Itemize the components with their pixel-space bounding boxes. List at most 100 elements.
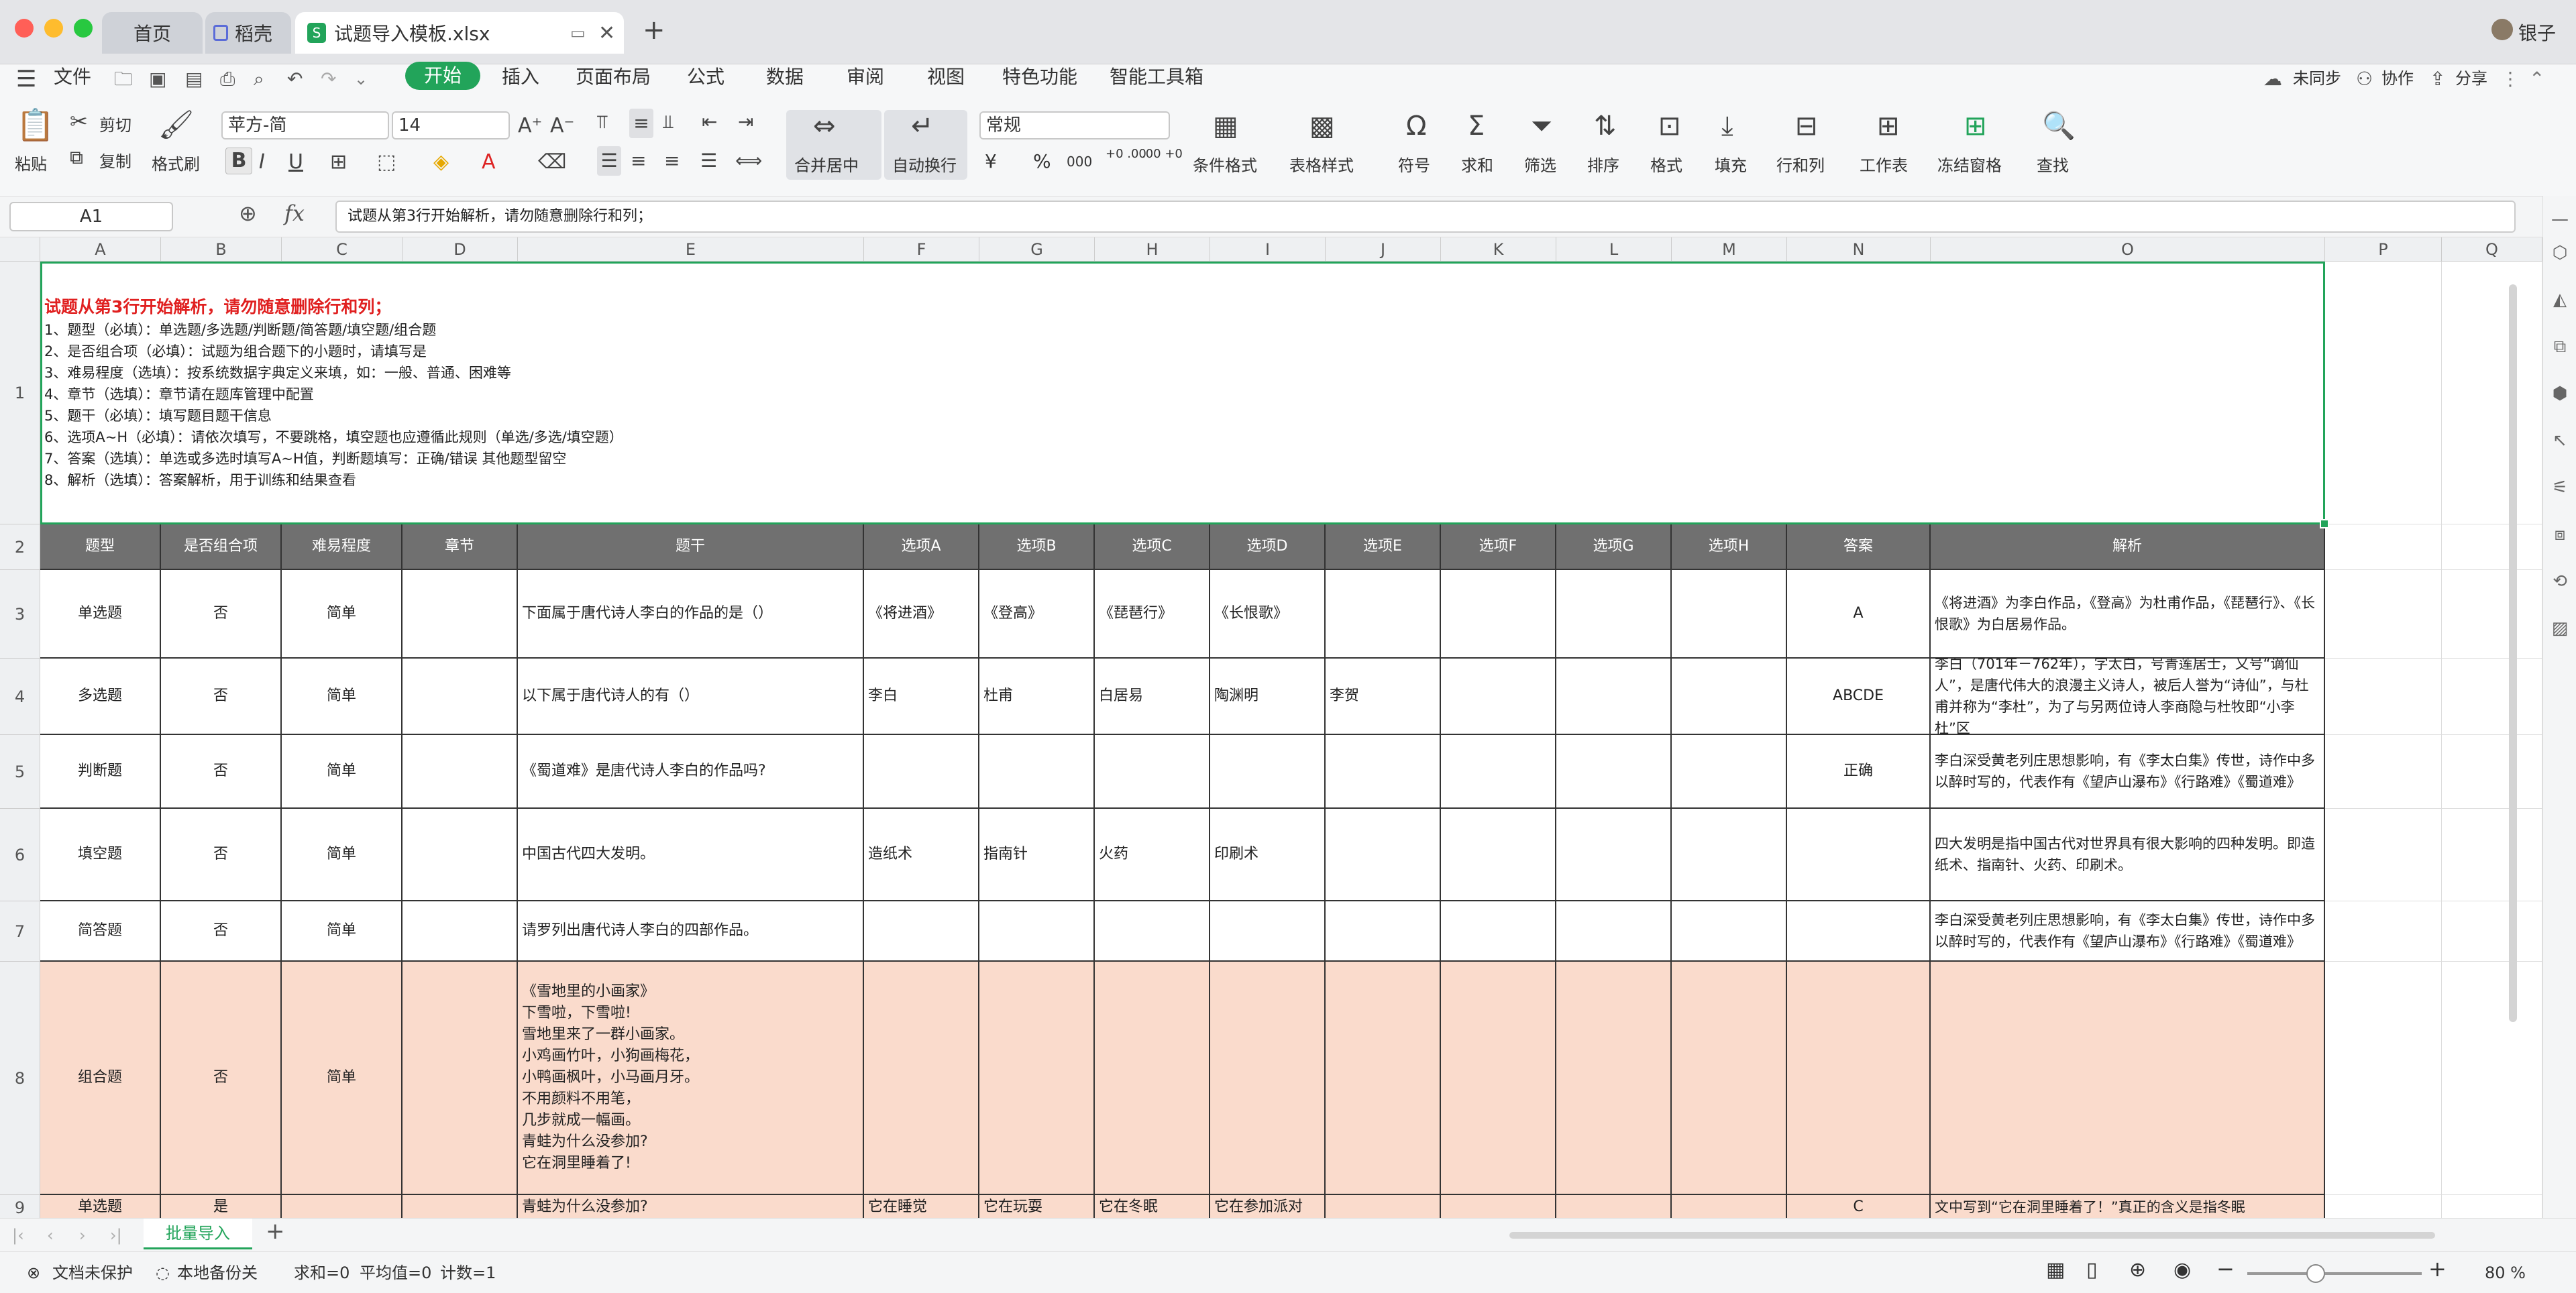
panel-style-icon[interactable]: ⬡: [2550, 243, 2570, 263]
table-cell[interactable]: 简单: [282, 901, 402, 962]
first-sheet-icon[interactable]: |‹: [12, 1225, 24, 1245]
table-cell[interactable]: C: [1787, 1195, 1931, 1221]
tab-docer[interactable]: 稻壳: [205, 12, 291, 54]
table-cell[interactable]: [1931, 962, 2325, 1195]
font-color-icon[interactable]: A: [482, 148, 496, 177]
table-cell[interactable]: A: [1787, 570, 1931, 659]
format-painter-icon[interactable]: 🖌: [158, 110, 194, 139]
table-cell[interactable]: 简答题: [40, 901, 161, 962]
avatar[interactable]: [2491, 19, 2513, 40]
header-cell[interactable]: 是否组合项: [161, 524, 282, 570]
table-cell[interactable]: 印刷术: [1210, 809, 1326, 901]
table-cell[interactable]: [1787, 901, 1931, 962]
conditional-format-label[interactable]: 条件格式: [1193, 156, 1257, 176]
zoom-out-icon[interactable]: −: [2216, 1258, 2235, 1280]
cut-label[interactable]: 剪切: [99, 115, 131, 135]
column-header-q[interactable]: Q: [2442, 237, 2542, 262]
column-header-k[interactable]: K: [1441, 237, 1556, 262]
decrease-indent-icon[interactable]: ⇤: [702, 107, 717, 137]
new-tab-button[interactable]: +: [643, 15, 665, 46]
align-center-icon[interactable]: ≡: [631, 146, 646, 176]
table-cell[interactable]: 否: [161, 570, 282, 659]
table-cell[interactable]: [402, 809, 518, 901]
table-cell[interactable]: 它在参加派对: [1210, 1195, 1326, 1221]
table-cell[interactable]: [1441, 570, 1556, 659]
table-cell[interactable]: [979, 735, 1095, 809]
protect-status[interactable]: 文档未保护: [52, 1263, 133, 1283]
table-cell[interactable]: 多选题: [40, 659, 161, 735]
table-cell[interactable]: [1326, 962, 1441, 1195]
increase-decimal-button[interactable]: +0 .00: [1106, 148, 1146, 161]
empty-cell[interactable]: [2325, 809, 2442, 901]
table-cell[interactable]: [1095, 735, 1210, 809]
table-cell[interactable]: 中国古代四大发明。: [518, 809, 864, 901]
table-cell[interactable]: 简单: [282, 962, 402, 1195]
table-cell[interactable]: 判断题: [40, 735, 161, 809]
tab-home[interactable]: 首页: [102, 12, 203, 54]
table-cell[interactable]: [1672, 659, 1787, 735]
prev-sheet-icon[interactable]: ‹: [47, 1225, 54, 1245]
column-header-l[interactable]: L: [1556, 237, 1672, 262]
export-pdf-icon[interactable]: ▤: [185, 64, 203, 94]
column-header-j[interactable]: J: [1326, 237, 1441, 262]
panel-select-icon[interactable]: ↖: [2550, 431, 2570, 451]
table-cell[interactable]: [1326, 901, 1441, 962]
row-column-label[interactable]: 行和列: [1776, 156, 1825, 176]
copy-icon[interactable]: ⧉: [70, 146, 83, 169]
share-button[interactable]: 分享: [2455, 67, 2487, 90]
row-header-3[interactable]: 3: [0, 570, 40, 659]
row-header-4[interactable]: 4: [0, 659, 40, 735]
panel-property-icon[interactable]: ⧉: [2550, 337, 2570, 357]
table-cell[interactable]: 火药: [1095, 809, 1210, 901]
table-cell[interactable]: [1210, 962, 1326, 1195]
find-icon[interactable]: 🔍: [2042, 111, 2076, 141]
table-cell[interactable]: 《登高》: [979, 570, 1095, 659]
print-icon[interactable]: ⎙: [220, 64, 235, 94]
collaborate-button[interactable]: 协作: [2381, 67, 2414, 90]
horizontal-scrollbar[interactable]: [1509, 1232, 2435, 1239]
zoom-slider-track[interactable]: [2247, 1272, 2422, 1275]
column-header-m[interactable]: M: [1672, 237, 1787, 262]
header-cell[interactable]: 选项G: [1556, 524, 1672, 570]
column-header-b[interactable]: B: [161, 237, 282, 262]
find-label[interactable]: 查找: [2037, 156, 2069, 176]
clear-format-icon[interactable]: ⌫: [538, 148, 566, 177]
increase-font-icon[interactable]: A⁺: [518, 111, 542, 141]
table-cell[interactable]: 《蜀道难》是唐代诗人李白的作品吗?: [518, 735, 864, 809]
hamburger-icon[interactable]: ☰: [16, 64, 36, 94]
underline-icon[interactable]: U: [288, 148, 303, 177]
currency-button[interactable]: ¥: [985, 152, 997, 172]
next-sheet-icon[interactable]: ›: [79, 1225, 86, 1245]
zoom-level[interactable]: 80 %: [2485, 1263, 2526, 1283]
table-cell[interactable]: [1672, 570, 1787, 659]
panel-collapse-icon[interactable]: —: [2550, 209, 2570, 229]
align-left-icon[interactable]: ☰: [597, 146, 621, 176]
format-painter-label[interactable]: 格式刷: [152, 154, 200, 174]
worksheet-icon[interactable]: ⊞: [1877, 111, 1900, 141]
table-cell[interactable]: 青蛙为什么没参加?: [518, 1195, 864, 1221]
paste-icon[interactable]: 📋: [16, 109, 54, 140]
fill-icon[interactable]: ⤓: [1721, 111, 1733, 141]
column-header-i[interactable]: I: [1210, 237, 1326, 262]
sort-label[interactable]: 排序: [1587, 156, 1619, 176]
table-cell[interactable]: [1672, 962, 1787, 1195]
header-cell[interactable]: 章节: [402, 524, 518, 570]
fill-label[interactable]: 填充: [1715, 156, 1747, 176]
header-cell[interactable]: 选项F: [1441, 524, 1556, 570]
table-cell[interactable]: [282, 1195, 402, 1221]
filter-label[interactable]: 筛选: [1524, 156, 1556, 176]
empty-cell[interactable]: [2442, 524, 2542, 570]
menu-special[interactable]: 特色功能: [1002, 66, 1077, 89]
table-cell[interactable]: [1672, 1195, 1787, 1221]
empty-cell[interactable]: [2442, 962, 2542, 1195]
table-cell[interactable]: ABCDE: [1787, 659, 1931, 735]
sync-status[interactable]: 未同步: [2293, 67, 2341, 90]
menu-page-layout[interactable]: 页面布局: [576, 66, 651, 89]
table-cell[interactable]: [1326, 1195, 1441, 1221]
menu-insert[interactable]: 插入: [502, 66, 539, 89]
table-cell[interactable]: [864, 735, 979, 809]
zoom-formula-icon[interactable]: ⊕: [239, 201, 257, 226]
table-cell[interactable]: [402, 1195, 518, 1221]
empty-cell[interactable]: [2325, 962, 2442, 1195]
justify-icon[interactable]: ☰: [700, 146, 717, 176]
